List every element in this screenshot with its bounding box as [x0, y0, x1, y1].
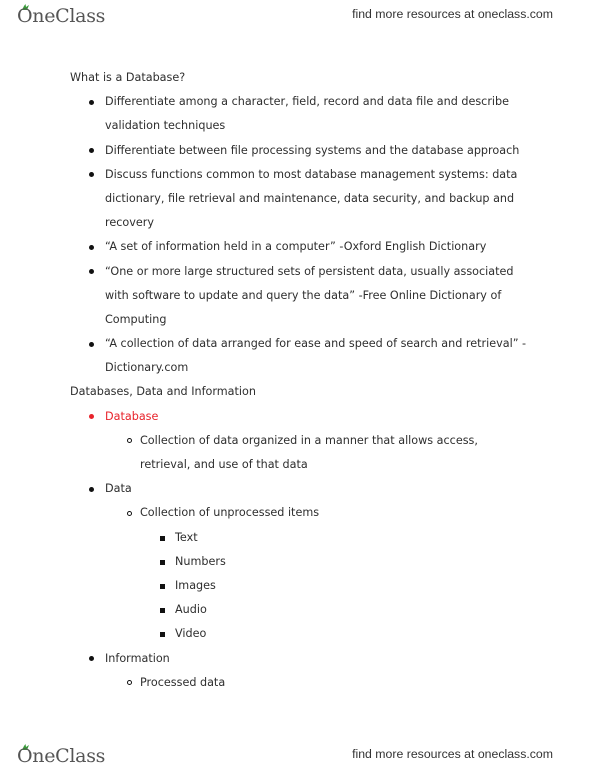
list-item: “A set of information held in a computer…	[70, 235, 530, 259]
sub-sub-list-item: Text	[70, 526, 530, 550]
sub-list-item: Processed data	[70, 671, 530, 695]
sub-list-item: Collection of unprocessed items	[70, 501, 530, 525]
list-item-continuation: validation techniques	[105, 119, 226, 133]
oneclass-logo[interactable]: OneClass	[17, 4, 106, 29]
section-heading: What is a Database?	[70, 71, 186, 84]
sub-sub-list-item: Audio	[70, 598, 530, 622]
list-item-information: Information	[70, 647, 530, 671]
list-item-continuation: recovery	[105, 216, 154, 230]
sub-sub-list-item: Video	[70, 622, 530, 646]
list-item: “One or more large structured sets of pe…	[70, 260, 530, 284]
logo-text: OneClass	[17, 745, 106, 767]
list-item: Discuss functions common to most databas…	[70, 163, 530, 187]
list-item-continuation: Dictionary.com	[105, 361, 189, 375]
list-item-continuation: dictionary, file retrieval and maintenan…	[105, 191, 515, 205]
page-header: OneClass find more resources at oneclass…	[0, 0, 595, 30]
sub-list-item: Collection of data organized in a manner…	[70, 429, 530, 453]
section-heading: Databases, Data and Information	[70, 385, 256, 399]
sub-sub-list-item: Images	[70, 574, 530, 598]
list-item-continuation: with software to update and query the da…	[105, 288, 502, 302]
list-item-database: Database	[70, 405, 530, 429]
resources-link[interactable]: find more resources at oneclass.com	[352, 747, 553, 761]
sub-list-item-continuation: retrieval, and use of that data	[140, 458, 308, 471]
oneclass-logo[interactable]: OneClass	[17, 744, 106, 769]
resources-link[interactable]: find more resources at oneclass.com	[352, 7, 553, 21]
list-item-data: Data	[70, 477, 530, 501]
list-item: “A collection of data arranged for ease …	[70, 332, 530, 356]
page-footer: OneClass find more resources at oneclass…	[0, 740, 595, 770]
document-body: What is a Database? Differentiate among …	[70, 66, 530, 695]
logo-text: OneClass	[17, 5, 106, 27]
sub-sub-list-item: Numbers	[70, 550, 530, 574]
list-item: Differentiate among a character, field, …	[70, 90, 530, 114]
list-item: Differentiate between file processing sy…	[70, 139, 530, 163]
list-item-continuation: Computing	[105, 312, 167, 326]
